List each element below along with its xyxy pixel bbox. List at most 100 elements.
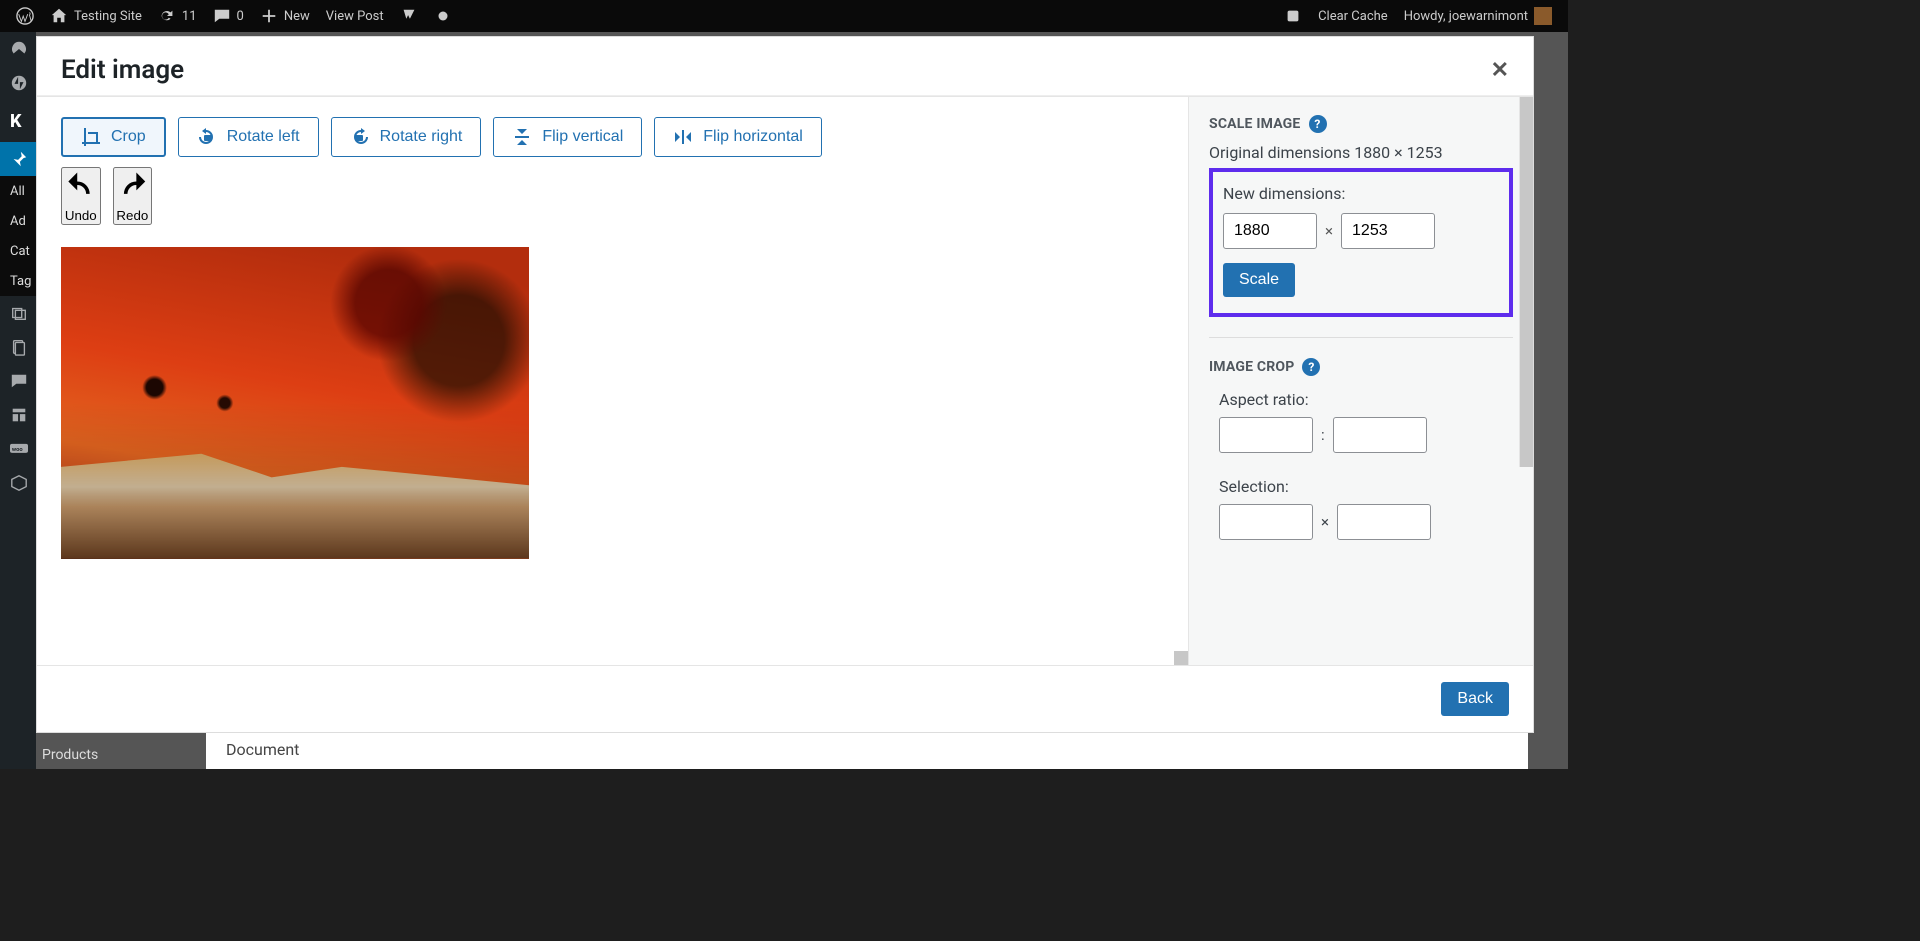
rotate-left-button[interactable]: Rotate left bbox=[178, 117, 319, 157]
redo-button[interactable]: Redo bbox=[113, 167, 153, 225]
close-button[interactable]: ✕ bbox=[1491, 58, 1509, 83]
wordpress-icon bbox=[16, 7, 34, 25]
original-dimensions-text: Original dimensions 1880 × 1253 bbox=[1209, 143, 1513, 162]
pin-icon bbox=[10, 150, 28, 168]
scale-button-label: Scale bbox=[1239, 271, 1279, 288]
aspect-width-input[interactable] bbox=[1219, 417, 1313, 453]
rotate-left-icon bbox=[197, 127, 217, 147]
meta-pane: SCALE IMAGE ? Original dimensions 1880 ×… bbox=[1188, 97, 1533, 665]
wp-logo[interactable] bbox=[8, 0, 42, 32]
sidebar-sub-tag[interactable]: Tag bbox=[0, 266, 36, 296]
updates-link[interactable]: 11 bbox=[150, 0, 205, 32]
sidebar-posts[interactable] bbox=[0, 142, 36, 176]
history-toolbar: Undo Redo bbox=[61, 167, 1164, 225]
sidebar-sub-all[interactable]: All bbox=[0, 176, 36, 206]
refresh-icon bbox=[158, 7, 176, 25]
sidebar-comments[interactable] bbox=[0, 364, 36, 398]
wp-admin-bar: Testing Site 11 0 New View Post Clear Ca… bbox=[0, 0, 1568, 32]
crop-icon bbox=[81, 127, 101, 147]
aspect-ratio-label: Aspect ratio: bbox=[1219, 390, 1309, 409]
wp-left-sidebar: K All Ad Cat Tag woo bbox=[0, 32, 36, 769]
rotate-right-button[interactable]: Rotate right bbox=[331, 117, 482, 157]
new-width-input[interactable] bbox=[1223, 213, 1317, 249]
flip-vertical-button[interactable]: Flip vertical bbox=[493, 117, 642, 157]
image-preview[interactable] bbox=[61, 247, 529, 559]
aspect-height-input[interactable] bbox=[1333, 417, 1427, 453]
jetpack-icon bbox=[10, 74, 28, 92]
sidebar-products-label: Products bbox=[42, 747, 98, 763]
yoast-icon bbox=[400, 7, 418, 25]
scale-highlight-box: New dimensions: × Scale bbox=[1209, 168, 1513, 317]
flip-horizontal-button[interactable]: Flip horizontal bbox=[654, 117, 822, 157]
aspect-ratio-row: : bbox=[1219, 417, 1503, 453]
crop-button[interactable]: Crop bbox=[61, 117, 166, 157]
undo-icon bbox=[63, 169, 99, 205]
plus-icon bbox=[260, 7, 278, 25]
new-height-input[interactable] bbox=[1341, 213, 1435, 249]
sidebar-templates[interactable] bbox=[0, 398, 36, 432]
editor-pane: Crop Rotate left Rotate right Flip verti… bbox=[37, 97, 1188, 665]
aspect-ratio-box: Aspect ratio: : bbox=[1209, 380, 1513, 469]
undo-button[interactable]: Undo bbox=[61, 167, 101, 225]
sidebar-sub-add[interactable]: Ad bbox=[0, 206, 36, 236]
back-button[interactable]: Back bbox=[1441, 682, 1509, 716]
redo-icon bbox=[115, 169, 151, 205]
rotate-right-icon bbox=[350, 127, 370, 147]
updates-count: 11 bbox=[182, 9, 197, 24]
sidebar-sub-cat[interactable]: Cat bbox=[0, 236, 36, 266]
sidebar-dashboard[interactable] bbox=[0, 32, 36, 66]
flip-vertical-label: Flip vertical bbox=[542, 128, 623, 146]
selection-row: × bbox=[1219, 504, 1503, 540]
clear-cache-label: Clear Cache bbox=[1318, 9, 1388, 24]
sidebar-products[interactable] bbox=[0, 466, 36, 500]
times-symbol: × bbox=[1321, 513, 1329, 531]
new-dimensions-label: New dimensions: bbox=[1223, 184, 1345, 203]
scale-button[interactable]: Scale bbox=[1223, 263, 1295, 297]
crop-label: Crop bbox=[111, 128, 146, 146]
pages-icon bbox=[10, 338, 28, 356]
comments-count: 0 bbox=[237, 9, 244, 24]
modal-title: Edit image bbox=[61, 55, 184, 85]
selection-box: Selection: × bbox=[1209, 473, 1513, 556]
scale-heading: SCALE IMAGE ? bbox=[1209, 115, 1513, 133]
edit-image-modal: Edit image ✕ Crop Rotate left Rotate rig… bbox=[36, 36, 1534, 733]
home-icon bbox=[50, 7, 68, 25]
sidebar-woo[interactable]: woo bbox=[0, 432, 36, 466]
flip-vertical-icon bbox=[512, 127, 532, 147]
clear-cache-link[interactable]: Clear Cache bbox=[1310, 0, 1396, 32]
dashboard-icon bbox=[10, 40, 28, 58]
yoast-link[interactable] bbox=[392, 0, 426, 32]
new-label: New bbox=[284, 9, 310, 24]
notifications-link[interactable] bbox=[1276, 0, 1310, 32]
undo-label: Undo bbox=[65, 208, 97, 223]
document-tab[interactable]: Document bbox=[206, 729, 1528, 769]
sidebar-jetpack[interactable] bbox=[0, 66, 36, 100]
sidebar-pages[interactable] bbox=[0, 330, 36, 364]
sidebar-media[interactable] bbox=[0, 296, 36, 330]
colon-symbol: : bbox=[1321, 426, 1325, 444]
view-post-label: View Post bbox=[326, 9, 384, 24]
sidebar-k[interactable]: K bbox=[0, 100, 36, 142]
howdy-label: Howdy, joewarnimont bbox=[1404, 9, 1528, 24]
help-icon[interactable]: ? bbox=[1302, 358, 1320, 376]
howdy-link[interactable]: Howdy, joewarnimont bbox=[1396, 0, 1560, 32]
new-link[interactable]: New bbox=[252, 0, 318, 32]
meta-scrollbar[interactable] bbox=[1519, 97, 1533, 467]
selection-height-input[interactable] bbox=[1337, 504, 1431, 540]
editor-scrollbar[interactable] bbox=[1174, 651, 1188, 665]
rotate-left-label: Rotate left bbox=[227, 128, 300, 146]
crop-heading: IMAGE CROP ? bbox=[1209, 358, 1513, 376]
view-post-link[interactable]: View Post bbox=[318, 0, 392, 32]
selection-width-input[interactable] bbox=[1219, 504, 1313, 540]
divider bbox=[1209, 337, 1513, 338]
avatar bbox=[1534, 7, 1552, 25]
comments-link[interactable]: 0 bbox=[205, 0, 252, 32]
site-name-link[interactable]: Testing Site bbox=[42, 0, 150, 32]
help-icon[interactable]: ? bbox=[1309, 115, 1327, 133]
new-dimensions-row: × bbox=[1223, 213, 1499, 249]
modal-footer: Back bbox=[37, 665, 1533, 732]
site-name-text: Testing Site bbox=[74, 9, 142, 24]
status-dot[interactable] bbox=[426, 0, 460, 32]
comments-icon bbox=[10, 372, 28, 390]
close-icon: ✕ bbox=[1491, 58, 1509, 83]
